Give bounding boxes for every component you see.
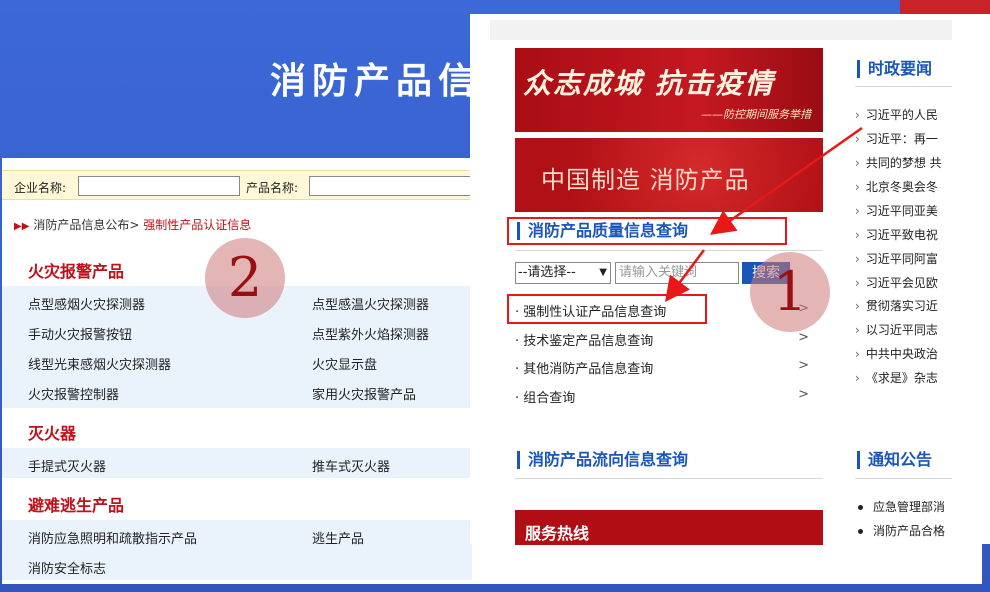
- news-item[interactable]: › 以习近平同志: [855, 321, 938, 338]
- double-arrow-icon: ▶▶: [14, 221, 30, 232]
- divider: [855, 86, 952, 87]
- news-item[interactable]: › 习近平致电祝: [855, 226, 938, 243]
- product-link[interactable]: 线型光束感烟火灾探测器: [28, 354, 171, 373]
- news-item[interactable]: › 习近平：再一: [855, 130, 938, 147]
- banner-epidemic-text: 众志成城 抗击疫情: [523, 67, 775, 100]
- highlight-cert-link: [507, 294, 707, 324]
- query-link-combined[interactable]: · 组合查询 >: [515, 387, 811, 406]
- chevron-down-icon: ▼: [599, 267, 607, 278]
- product-link[interactable]: 推车式灭火器: [312, 456, 390, 475]
- query-link-label: · 技术鉴定产品信息查询: [515, 334, 654, 349]
- page-title: 消防产品信: [270, 61, 481, 102]
- banner-made-in-china[interactable]: 中国制造 消防产品: [515, 138, 823, 212]
- step-marker-2: 2: [205, 238, 285, 318]
- product-link[interactable]: 点型感烟火灾探测器: [28, 294, 145, 313]
- chevron-right-icon: >: [798, 330, 809, 345]
- service-hotline: 服务热线: [515, 510, 823, 545]
- flow-section-title[interactable]: 消防产品流向信息查询: [517, 451, 688, 469]
- query-link-other[interactable]: · 其他消防产品信息查询 >: [515, 358, 811, 377]
- enterprise-input[interactable]: [78, 176, 240, 196]
- notice-item[interactable]: 应急管理部消: [858, 498, 945, 515]
- query-link-label: · 组合查询: [515, 391, 576, 406]
- category-select-value: --请选择--: [518, 265, 576, 280]
- divider: [515, 250, 823, 251]
- product-link[interactable]: 手动火灾报警按钮: [28, 324, 132, 343]
- product-link[interactable]: 火灾显示盘: [312, 354, 377, 373]
- category-title-escape: 避难逃生产品: [28, 496, 125, 515]
- news-item[interactable]: › 习近平的人民: [855, 106, 938, 123]
- banner-made-in-china-text: 中国制造 消防产品: [541, 166, 750, 194]
- news-item[interactable]: › 习近平同亚美: [855, 202, 938, 219]
- query-link-label: · 其他消防产品信息查询: [515, 362, 654, 377]
- product-link[interactable]: 逃生产品: [312, 528, 364, 547]
- news-item[interactable]: › 习近平会见欧: [855, 274, 938, 291]
- divider: [515, 478, 823, 479]
- chevron-right-icon: >: [798, 358, 809, 373]
- news-item[interactable]: › 贯彻落实习近: [855, 297, 938, 314]
- news-item[interactable]: › 《求是》杂志: [855, 369, 938, 386]
- product-link[interactable]: 家用火灾报警产品: [312, 384, 416, 403]
- query-link-tech[interactable]: · 技术鉴定产品信息查询 >: [515, 330, 811, 349]
- category-title-extinguisher: 灭火器: [28, 424, 77, 443]
- notice-section-title: 通知公告: [857, 451, 932, 469]
- breadcrumb-parent[interactable]: 消防产品信息公布>: [33, 218, 139, 232]
- product-input[interactable]: [309, 176, 479, 196]
- news-item[interactable]: › 北京冬奥会冬: [855, 178, 938, 195]
- product-link[interactable]: 消防安全标志: [28, 558, 106, 577]
- news-item[interactable]: › 共同的梦想 共: [855, 154, 942, 171]
- news-section-title: 时政要闻: [857, 60, 932, 78]
- breadcrumb-current: 强制性产品认证信息: [143, 218, 252, 232]
- product-link[interactable]: 点型紫外火焰探测器: [312, 324, 429, 343]
- keyword-input[interactable]: 请输入关键词: [615, 262, 739, 284]
- banner-epidemic[interactable]: 众志成城 抗击疫情 ——防控期间服务举措: [515, 48, 823, 132]
- overlay-page: 众志成城 抗击疫情 ——防控期间服务举措 中国制造 消防产品 消防产品质量信息查…: [490, 20, 952, 545]
- chevron-right-icon: >: [798, 387, 809, 402]
- highlight-query-section: [507, 217, 787, 245]
- notice-item[interactable]: 消防产品合格: [858, 522, 945, 539]
- overlay-topbar: [490, 20, 952, 40]
- hotline-title: 服务热线: [525, 524, 590, 543]
- product-link[interactable]: 火灾报警控制器: [28, 384, 119, 403]
- news-item[interactable]: › 中共中央政治: [855, 345, 938, 362]
- step-marker-1: 1: [750, 252, 830, 332]
- product-link[interactable]: 消防应急照明和疏散指示产品: [28, 528, 197, 547]
- divider: [855, 478, 952, 479]
- product-link[interactable]: 手提式灭火器: [28, 456, 106, 475]
- enterprise-label: 企业名称:: [14, 181, 67, 195]
- breadcrumb: ▶▶ 消防产品信息公布> 强制性产品认证信息: [14, 216, 251, 233]
- news-item[interactable]: › 习近平同阿富: [855, 250, 938, 267]
- category-select[interactable]: --请选择-- ▼: [515, 262, 611, 284]
- banner-epidemic-sub: ——防控期间服务举措: [701, 108, 811, 121]
- product-link[interactable]: 点型感温火灾探测器: [312, 294, 429, 313]
- category-title-fire-alarm: 火灾报警产品: [28, 262, 125, 281]
- product-label: 产品名称:: [246, 181, 299, 195]
